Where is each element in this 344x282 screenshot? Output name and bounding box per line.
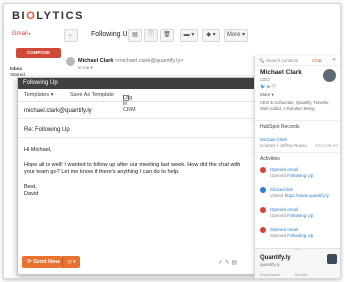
subject-field[interactable]: Re: Following Up xyxy=(24,127,70,133)
activities-heading: Activities xyxy=(260,156,280,162)
body-signoff: Best, xyxy=(24,183,37,190)
contact-title: CEO xyxy=(260,77,270,82)
body-paragraph: Hope all is well! I wanted to follow up … xyxy=(24,161,241,176)
spam-icon[interactable]: ⓘ xyxy=(144,29,158,42)
link-icon xyxy=(260,187,266,193)
sidebar-header: 🔍 Search contacts Chat ✕ xyxy=(255,56,340,66)
contact-name[interactable]: Michael Clark xyxy=(260,69,302,76)
nav-inbox[interactable]: Inbox xyxy=(10,66,22,71)
back-icon[interactable]: ← xyxy=(64,29,78,42)
app-window: BIOLYTICS Gmail▾ ← Following Up ▤ ⓘ 🗑 ▬ … xyxy=(3,3,341,279)
search-contacts-input[interactable]: 🔍 Search contacts xyxy=(259,58,298,64)
contact-card: Michael Clark CEO 🐦 in ⓕ More ▾ xyxy=(260,69,302,98)
eye-icon xyxy=(260,167,266,173)
crm-sidebar: 🔍 Search contacts Chat ✕ Michael Clark C… xyxy=(254,56,340,278)
body-greeting: Hi Michael, xyxy=(24,147,52,153)
divider xyxy=(255,120,340,121)
social-icons[interactable]: 🐦 in ⓕ xyxy=(260,84,302,90)
delete-icon[interactable]: 🗑 xyxy=(160,29,174,42)
archive-icon[interactable]: ▤ xyxy=(128,29,142,42)
contact-avatar xyxy=(323,69,336,82)
to-field[interactable]: michael.clark@quantify.ly xyxy=(24,108,92,114)
company-url[interactable]: quantify.ly xyxy=(260,262,280,267)
company-stat: No title xyxy=(295,272,308,277)
body-name: David xyxy=(24,191,39,197)
divider xyxy=(18,118,255,119)
message-body[interactable]: Hi Michael, Hope all is well! I wanted t… xyxy=(24,147,250,199)
schedule-icon[interactable]: ◷ ▾ xyxy=(62,256,80,268)
gmail-menu[interactable]: Gmail▾ xyxy=(12,31,31,37)
divider xyxy=(255,152,340,153)
compose-title[interactable]: Following Up xyxy=(18,78,255,89)
send-icon: ⟳ xyxy=(27,259,32,265)
thread-subject: Following Up xyxy=(91,31,132,38)
company-logo xyxy=(327,254,337,264)
contact-description: CEO & Cofounder, Quantify, Traveler, Web… xyxy=(260,100,330,111)
chat-link[interactable]: Chat xyxy=(312,58,322,63)
send-now-button[interactable]: ⟳ Send Now xyxy=(22,256,62,268)
collapse-icon[interactable]: ︿ xyxy=(295,245,300,252)
compose-button[interactable]: COMPOSE xyxy=(16,48,61,58)
company-stat: Employees xyxy=(260,272,280,277)
company-card[interactable]: ︿ Quantify.ly quantify.ly Employees No t… xyxy=(255,245,340,278)
folder-icon[interactable]: ▬ ▾ xyxy=(180,29,198,42)
compose-window: Following Up Templates ▾ Save As Templat… xyxy=(17,77,256,275)
compose-footer-icons[interactable]: ✓ ✎ ▤ xyxy=(218,259,237,266)
hubspot-record[interactable]: Michael Clark Contact • Jeffrey Russo 20… xyxy=(260,137,338,148)
templates-dropdown[interactable]: Templates ▾ xyxy=(24,92,53,98)
eye-icon xyxy=(260,227,266,233)
divider xyxy=(18,137,255,138)
eye-icon xyxy=(260,207,266,213)
company-name: Quantify.ly xyxy=(260,255,291,261)
save-as-template-button[interactable]: Save As Template xyxy=(70,92,114,98)
message-sender: Michael Clark <michael.clark@quantify.ly… xyxy=(78,58,184,70)
more-button[interactable]: More ▾ xyxy=(224,29,248,42)
compose-toolbar: Templates ▾ Save As Template Log in CRM xyxy=(18,89,255,113)
sender-avatar xyxy=(66,57,75,66)
label-icon[interactable]: ◆ ▾ xyxy=(202,29,220,42)
brand-logo: BIOLYTICS xyxy=(12,10,85,22)
hubspot-records-heading: HubSpot Records xyxy=(260,124,300,130)
more-dropdown[interactable]: More ▾ xyxy=(260,92,302,98)
close-icon[interactable]: ✕ xyxy=(332,57,336,63)
